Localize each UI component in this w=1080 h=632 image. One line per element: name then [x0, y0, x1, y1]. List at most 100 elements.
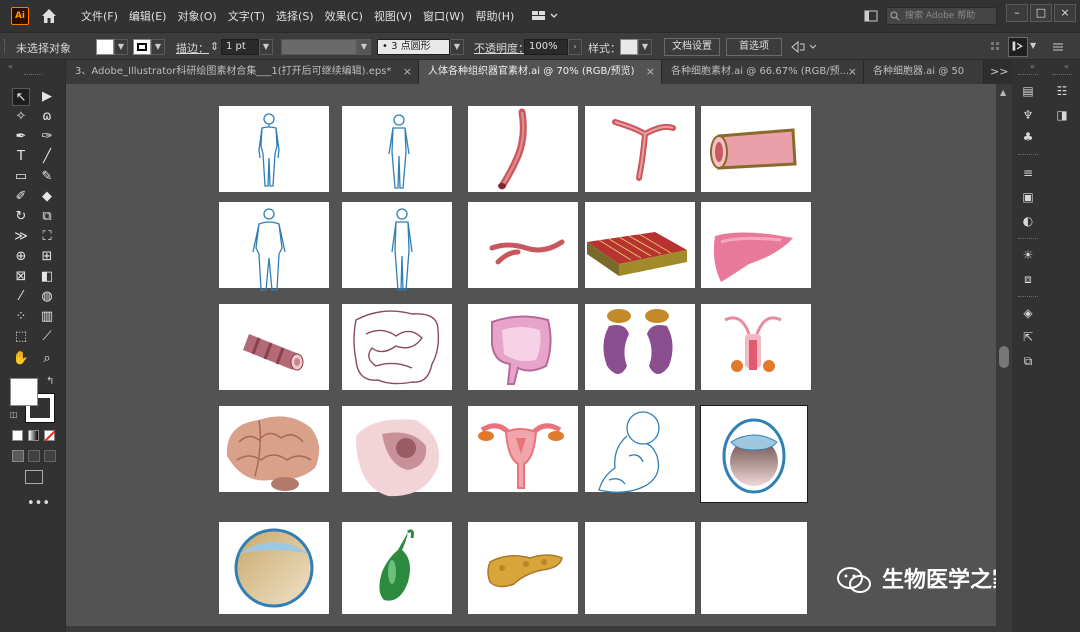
- opacity-input[interactable]: 100%: [524, 39, 568, 55]
- stroke-dropdown[interactable]: ▼: [151, 39, 165, 55]
- close-tab-icon[interactable]: ×: [848, 60, 857, 84]
- direct-selection-tool-icon[interactable]: ▶: [38, 88, 56, 106]
- opacity-label[interactable]: 不透明度：: [474, 40, 529, 56]
- properties-panel-icon[interactable]: ☷: [1052, 82, 1072, 100]
- stroke-panel-icon[interactable]: ≡: [1018, 164, 1038, 182]
- eraser-tool-icon[interactable]: ◆: [38, 188, 56, 206]
- menu-effect[interactable]: 效果(C): [325, 8, 363, 24]
- fill-color-box[interactable]: [10, 378, 38, 406]
- curvature-tool-icon[interactable]: ✑: [38, 128, 56, 146]
- artboard-male-body-2[interactable]: [342, 202, 452, 291]
- brushes-panel-icon[interactable]: ♆: [1018, 106, 1038, 124]
- document-setup-button[interactable]: 文档设置: [664, 38, 720, 56]
- artboard-vessel-segment[interactable]: [468, 106, 578, 192]
- artboard-female-body[interactable]: [219, 106, 329, 192]
- transform-icon[interactable]: [790, 39, 818, 55]
- artboard-brain[interactable]: [219, 406, 329, 492]
- collapse-dock-icon[interactable]: «: [1030, 62, 1035, 71]
- graphic-styles-panel-icon[interactable]: ⧈: [1018, 270, 1038, 288]
- gradient-panel-icon[interactable]: ▣: [1018, 188, 1038, 206]
- panel-menu-icon[interactable]: [1052, 42, 1064, 52]
- export-panel-icon[interactable]: ⇱: [1018, 328, 1038, 346]
- fill-swatch[interactable]: [96, 39, 114, 55]
- stroke-swatch[interactable]: [133, 39, 151, 55]
- menu-help[interactable]: 帮助(H): [475, 8, 514, 24]
- stroke-label[interactable]: 描边：: [176, 40, 209, 56]
- collapse-toolbar-icon[interactable]: «: [8, 62, 13, 71]
- close-tab-icon[interactable]: ×: [646, 60, 655, 84]
- tab-document-2[interactable]: 人体各种组织器官素材.ai @ 70% (RGB/预览) ×: [419, 60, 662, 84]
- artboards-panel-icon[interactable]: ⧉: [1018, 352, 1038, 370]
- rotate-tool-icon[interactable]: ↻: [12, 208, 30, 226]
- variable-width-profile[interactable]: [281, 39, 357, 55]
- draw-normal-icon[interactable]: [12, 450, 24, 462]
- gradient-tool-icon[interactable]: ◧: [38, 268, 56, 286]
- menu-edit[interactable]: 编辑(E): [129, 8, 167, 24]
- artboard-pancreas[interactable]: [468, 522, 578, 614]
- artboard-tool-icon[interactable]: ⬚: [12, 328, 30, 346]
- screen-mode-icon[interactable]: [25, 470, 43, 484]
- selection-tool-icon[interactable]: ↖: [12, 88, 30, 106]
- rectangle-tool-icon[interactable]: ▭: [12, 168, 30, 186]
- scale-tool-icon[interactable]: ⧉: [38, 208, 56, 226]
- blend-tool-icon[interactable]: ◍: [38, 288, 56, 306]
- perspective-grid-tool-icon[interactable]: ⊞: [38, 248, 56, 266]
- eyedropper-tool-icon[interactable]: ⁄: [12, 288, 30, 306]
- draw-inside-icon[interactable]: [44, 450, 56, 462]
- artboard-male-reproductive[interactable]: [701, 304, 811, 390]
- properties-dropdown[interactable]: ▼: [1030, 41, 1036, 50]
- column-graph-tool-icon[interactable]: ▥: [38, 308, 56, 326]
- tab-document-1[interactable]: 3、Adobe_Illustrator科研绘图素材合集___1(打开后可继续编辑…: [66, 60, 419, 84]
- tab-document-3[interactable]: 各种细胞素材.ai @ 66.67% (RGB/预... ×: [662, 60, 864, 84]
- mesh-tool-icon[interactable]: ⊠: [12, 268, 30, 286]
- pen-tool-icon[interactable]: ✒: [12, 128, 30, 146]
- close-tab-icon[interactable]: ×: [403, 60, 412, 84]
- close-button[interactable]: ×: [1054, 4, 1076, 22]
- artboard-male-body[interactable]: [342, 106, 452, 192]
- graphic-style-swatch[interactable]: [620, 39, 638, 55]
- align-icon[interactable]: [990, 41, 1000, 53]
- menu-window[interactable]: 窗口(W): [423, 8, 464, 24]
- menu-view[interactable]: 视图(V): [374, 8, 412, 24]
- artboard-tissue-block[interactable]: [585, 202, 695, 288]
- type-tool-icon[interactable]: T: [12, 148, 30, 166]
- artboard-fetus-outline[interactable]: [585, 406, 695, 493]
- shape-builder-tool-icon[interactable]: ⊕: [12, 248, 30, 266]
- paintbrush-tool-icon[interactable]: ✎: [38, 168, 56, 186]
- artboard-intestine-tube[interactable]: [219, 304, 329, 390]
- scroll-up-icon[interactable]: ▲: [1000, 88, 1006, 97]
- artboard-branching-vessel[interactable]: [585, 106, 695, 192]
- symbol-sprayer-tool-icon[interactable]: ⁘: [12, 308, 30, 326]
- swap-fill-stroke-icon[interactable]: ↰: [46, 376, 54, 387]
- artboard-small-intestine[interactable]: [342, 304, 452, 390]
- home-icon[interactable]: [39, 6, 59, 26]
- edit-toolbar-icon[interactable]: •••: [27, 496, 50, 511]
- vertical-scrollbar[interactable]: ▲: [996, 84, 1012, 632]
- scroll-thumb[interactable]: [999, 346, 1009, 368]
- minimize-button[interactable]: –: [1006, 4, 1028, 22]
- lasso-tool-icon[interactable]: ɷ: [38, 108, 56, 126]
- tab-overflow-button[interactable]: >>: [990, 65, 1008, 78]
- maximize-button[interactable]: □: [1030, 4, 1052, 22]
- tab-document-4[interactable]: 各种细胞器.ai @ 50: [864, 60, 984, 84]
- artboard-female-body-2[interactable]: [219, 202, 329, 291]
- magic-wand-tool-icon[interactable]: ✧: [12, 108, 30, 126]
- slice-tool-icon[interactable]: ⟋: [38, 328, 56, 346]
- artboard-yolk-cell[interactable]: [219, 522, 329, 614]
- properties-toggle[interactable]: [1008, 37, 1028, 57]
- color-mode-icon[interactable]: [12, 430, 23, 441]
- artboard-large-intestine[interactable]: [468, 304, 578, 390]
- opacity-dropdown[interactable]: ›: [568, 39, 582, 55]
- appearance-panel-icon[interactable]: ☀: [1018, 246, 1038, 264]
- layers-panel-icon[interactable]: ◨: [1052, 106, 1072, 124]
- artboard-vessel-cross-section[interactable]: [701, 106, 811, 192]
- symbols-panel-icon[interactable]: ♣: [1018, 128, 1038, 146]
- artboard-kidneys[interactable]: [585, 304, 695, 390]
- draw-behind-icon[interactable]: [28, 450, 40, 462]
- artboard-empty-2[interactable]: [701, 522, 807, 614]
- help-search-input[interactable]: 搜索 Adobe 帮助: [886, 7, 997, 25]
- stroke-stepper-icon[interactable]: ⇕: [210, 40, 219, 53]
- artboard-egg-cell[interactable]: [700, 405, 808, 503]
- transparency-panel-icon[interactable]: ◐: [1018, 212, 1038, 230]
- artboard-gallbladder[interactable]: [342, 522, 452, 614]
